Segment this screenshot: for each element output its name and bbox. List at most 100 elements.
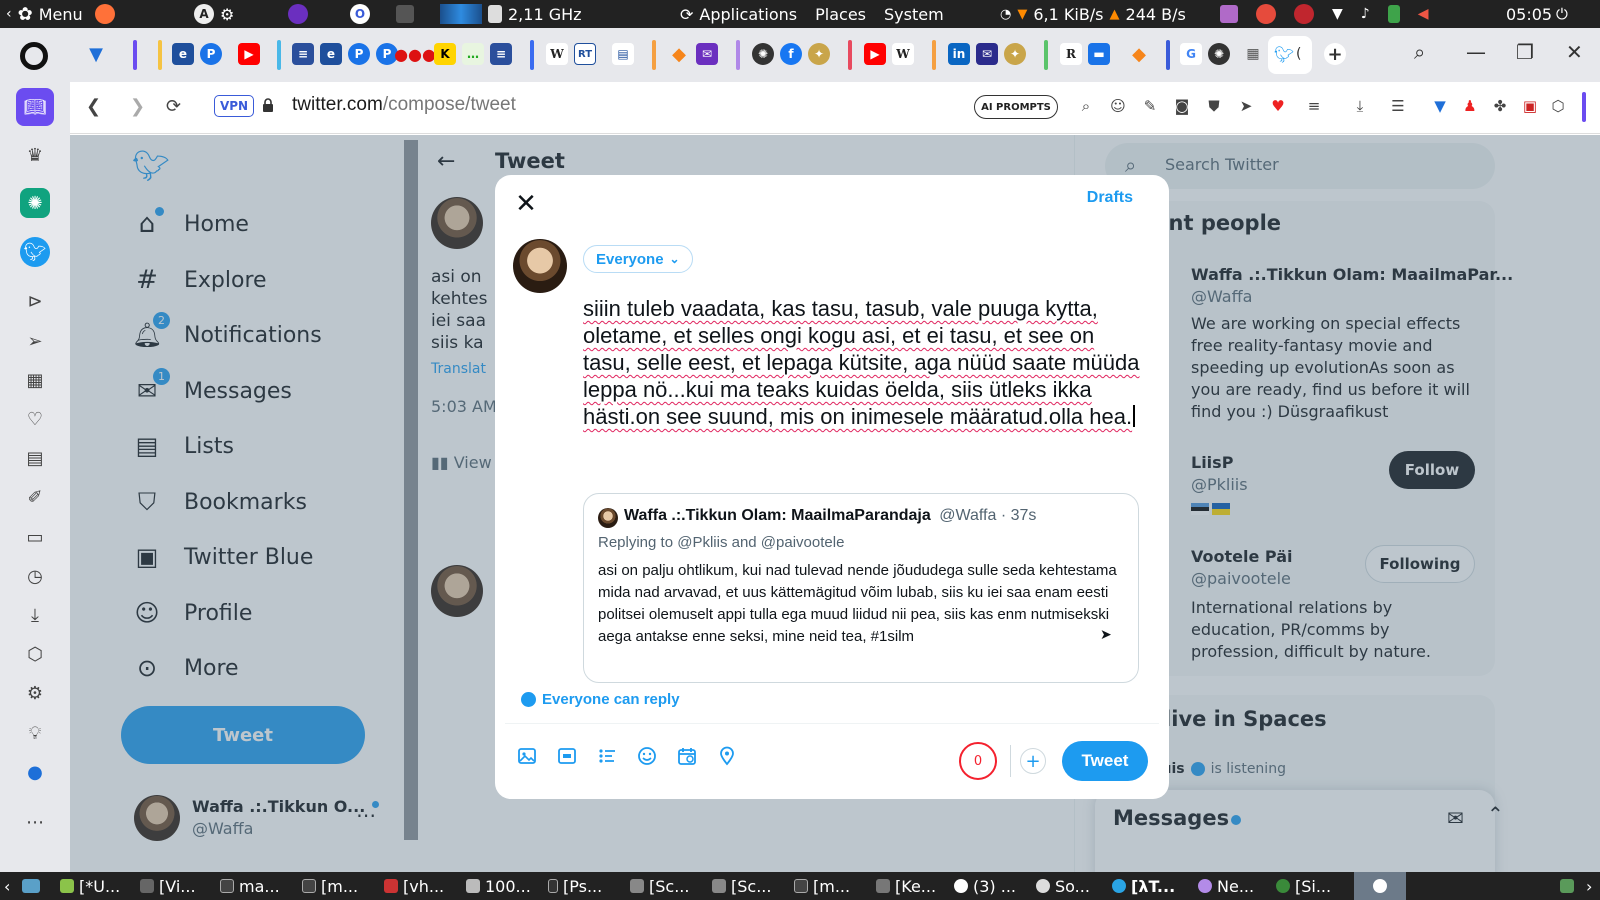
close-icon[interactable]: ✕ <box>509 187 543 221</box>
quoted-tweet[interactable]: Waffa .:.Tikkun Olam: MaailmaParandaja @… <box>583 493 1139 683</box>
tab-chatgpt-icon[interactable]: ✺ <box>752 43 774 65</box>
taskbar-task[interactable]: [vh... <box>384 872 444 900</box>
font-a-icon[interactable]: A <box>194 4 214 24</box>
downloads-icon[interactable]: ⤓ <box>20 600 50 630</box>
lightbulb-icon[interactable]: 💡︎ <box>20 718 50 748</box>
tab-pm-icon[interactable]: P <box>348 43 370 65</box>
cube-icon[interactable]: ⬡ <box>1548 96 1568 116</box>
send-icon[interactable]: ➤ <box>1236 96 1256 116</box>
chat-bubble-icon[interactable]: ● <box>20 757 50 787</box>
history-icon[interactable]: ◷ <box>20 561 50 591</box>
back-icon[interactable]: ❮ <box>86 96 101 117</box>
player-icon[interactable]: ⊳ <box>20 286 50 316</box>
trash-icon[interactable] <box>1560 872 1574 900</box>
tab-researchgate-icon[interactable]: R <box>1060 43 1082 65</box>
taskbar-task[interactable]: [λT... <box>1112 872 1175 900</box>
puzzle-icon[interactable]: ✤ <box>1490 96 1510 116</box>
taskbar-task[interactable]: Ne... <box>1198 872 1254 900</box>
tab-google-icon[interactable]: G <box>1180 43 1202 65</box>
easy-setup-icon[interactable]: ☰ <box>1388 96 1408 116</box>
camera-icon[interactable]: ◙ <box>1172 96 1192 116</box>
tray-record-icon[interactable] <box>1294 4 1314 24</box>
lock-icon[interactable] <box>262 98 274 112</box>
tabs-icon[interactable]: ▭ <box>20 522 50 552</box>
battery-icon[interactable] <box>1387 5 1400 23</box>
taskbar-task[interactable]: [Sc... <box>630 872 689 900</box>
compose-textarea[interactable]: siiin tuleb vaadata, kas tasu, tasub, va… <box>583 295 1143 430</box>
apps-grid-icon[interactable]: ▦ <box>20 365 50 395</box>
drafts-button[interactable]: Drafts <box>1087 189 1133 207</box>
forward-icon[interactable]: ❯ <box>130 96 145 117</box>
send-icon[interactable]: ➢ <box>20 326 50 356</box>
taskbar-task[interactable]: [*U... <box>60 872 120 900</box>
tab-metamask-icon[interactable]: ◆ <box>668 43 690 65</box>
tab-wikipedia-icon[interactable]: W <box>546 43 568 65</box>
heart-icon[interactable]: ♥ <box>1268 96 1288 116</box>
tray-bell-icon[interactable]: ♪ <box>1361 6 1370 22</box>
chatgpt-icon[interactable]: ✺ <box>20 188 50 218</box>
vpn-badge[interactable]: VPN <box>214 95 254 117</box>
taskbar-task[interactable]: [Ps... <box>548 872 602 900</box>
emoji-icon[interactable]: ☺ <box>1108 96 1128 116</box>
tab-crest-icon[interactable]: ✦ <box>1004 43 1026 65</box>
lens-icon[interactable]: ⌕ <box>1076 96 1096 116</box>
location-icon[interactable] <box>715 744 739 768</box>
ai-prompts-button[interactable]: AI PROMPTS <box>974 95 1058 119</box>
schedule-icon[interactable] <box>675 744 699 768</box>
tab-dots-icon[interactable]: … <box>462 43 484 65</box>
reader-icon[interactable]: 📖︎ <box>16 88 54 126</box>
crown-icon[interactable]: ♛ <box>20 140 50 170</box>
restore-icon[interactable]: ❐ <box>1516 40 1534 64</box>
menu-applications[interactable]: Applications <box>699 5 797 24</box>
tab-crest-icon[interactable]: ✦ <box>808 43 830 65</box>
taskbar-task[interactable]: [m... <box>794 872 850 900</box>
audience-selector[interactable]: Everyone ⌄ <box>583 245 693 273</box>
taskbar-task[interactable]: 100... <box>466 872 531 900</box>
tab-rt-icon[interactable]: RT <box>574 43 596 65</box>
tray-wifi-icon[interactable]: ▼ <box>1332 6 1343 22</box>
tab-err-icon[interactable]: e <box>320 43 342 65</box>
tab-youtube-icon[interactable]: ▶ <box>864 43 886 65</box>
menu-system[interactable]: System <box>884 5 944 24</box>
tray-app-icon[interactable] <box>1220 5 1238 23</box>
podcast-icon[interactable] <box>288 4 308 24</box>
taskbar-task[interactable]: [Sc... <box>712 872 771 900</box>
news-icon[interactable]: ▤ <box>20 443 50 473</box>
tab-blue-icon[interactable]: ▬ <box>1088 43 1110 65</box>
menu-places[interactable]: Places <box>815 5 866 24</box>
twitter-sidebar-icon[interactable]: 🐦︎ <box>20 237 50 267</box>
edit-icon[interactable]: ✐ <box>20 482 50 512</box>
add-tweet-icon[interactable]: + <box>1020 748 1046 774</box>
tab-wikipedia-icon[interactable]: W <box>892 43 914 65</box>
heart-icon[interactable]: ♡ <box>20 404 50 434</box>
taskbar-task[interactable]: So... <box>1036 872 1090 900</box>
reload-icon[interactable]: ⟳ <box>166 96 181 117</box>
tab-mail-icon[interactable]: ✉ <box>696 43 718 65</box>
extensions-icon[interactable]: ⬡ <box>20 639 50 669</box>
emoji-icon[interactable] <box>635 744 659 768</box>
terminal-icon[interactable] <box>396 5 414 23</box>
taskbar-active-browser[interactable] <box>1354 872 1406 900</box>
tab-chatgpt-icon[interactable]: ✺ <box>1208 43 1230 65</box>
more-icon[interactable]: ⋯ <box>20 807 50 837</box>
ext-sq-icon[interactable]: ▣ <box>1520 96 1540 116</box>
taskbar-scroll-right-icon[interactable]: › <box>1586 872 1592 900</box>
vivaldi-ext-icon[interactable]: ▼ <box>1430 96 1450 116</box>
show-desktop-icon[interactable] <box>22 872 40 900</box>
new-tab-icon[interactable]: + <box>1324 43 1346 65</box>
media-icon[interactable] <box>515 744 539 768</box>
ext-red-icon[interactable]: ♟ <box>1460 96 1480 116</box>
opera-logo[interactable] <box>20 42 48 70</box>
settings-icon[interactable]: ⚙ <box>220 5 234 24</box>
taskbar-task[interactable]: (3) ... <box>954 872 1016 900</box>
tab-err-icon[interactable]: e <box>172 43 194 65</box>
tray-notify-icon[interactable] <box>1256 4 1276 24</box>
tab-grid-icon[interactable]: ▦ <box>1242 43 1264 65</box>
edit-icon[interactable]: ✎ <box>1140 96 1160 116</box>
battery-saver-icon[interactable]: ≡ <box>1304 96 1324 116</box>
tab-search-icon[interactable]: ⌕ <box>1414 40 1425 64</box>
taskbar-task[interactable]: [Si... <box>1276 872 1331 900</box>
gif-icon[interactable] <box>555 744 579 768</box>
tweet-submit-button[interactable]: Tweet <box>1062 741 1148 781</box>
taskbar-scroll-left-icon[interactable]: ‹ <box>4 872 10 900</box>
